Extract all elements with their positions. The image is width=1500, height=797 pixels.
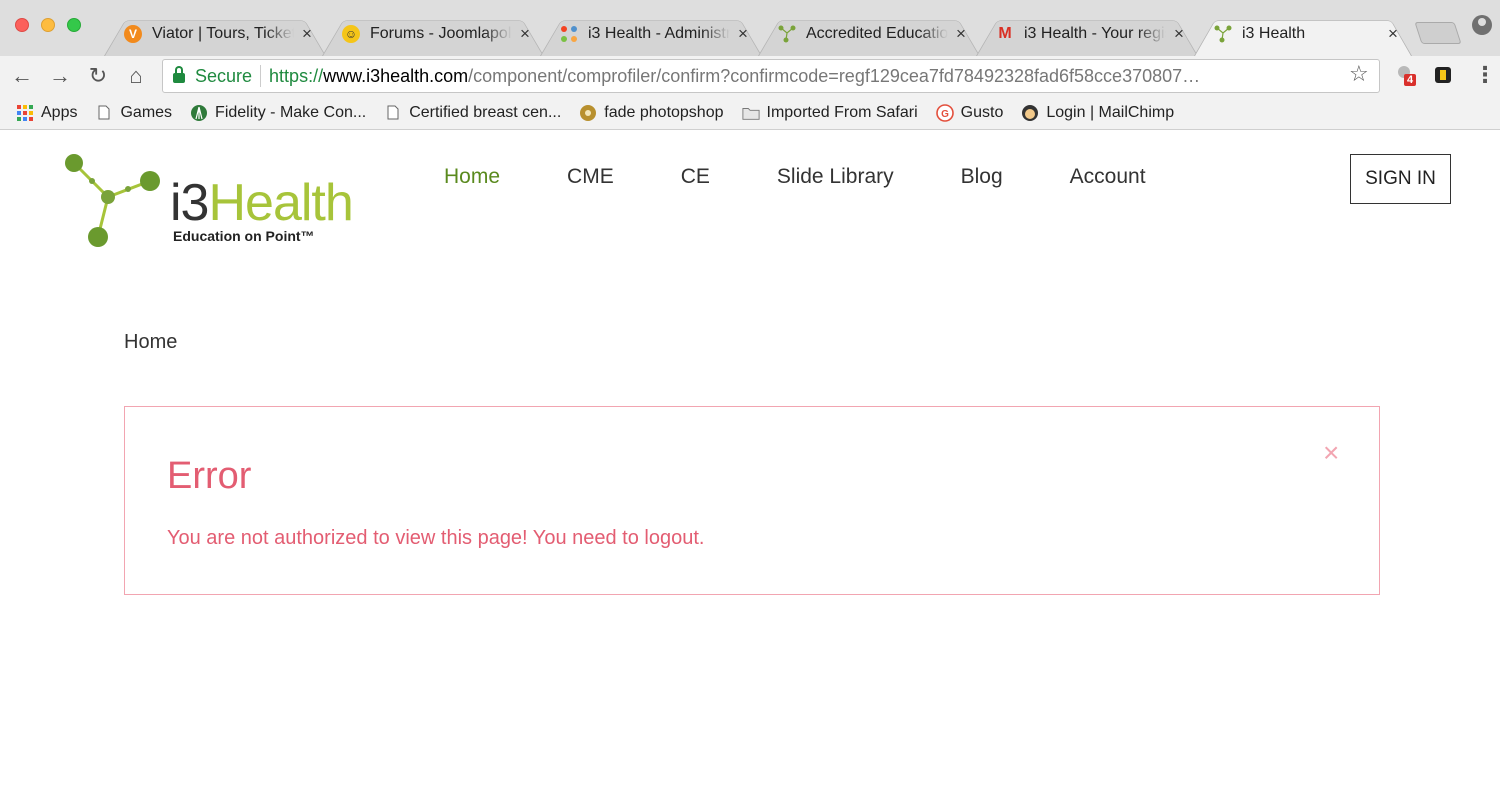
logo-i3: i3 bbox=[170, 174, 209, 232]
window-maximize-button[interactable] bbox=[67, 18, 81, 32]
main-nav: Home CME CE Slide Library Blog Account bbox=[444, 165, 1213, 189]
svg-text:G: G bbox=[941, 109, 949, 120]
bookmarks-bar: Apps Games Fidelity - Make Con... Certif… bbox=[0, 96, 1500, 130]
bookmark-label: Login | MailChimp bbox=[1046, 103, 1175, 121]
mailchimp-icon bbox=[1021, 104, 1039, 122]
bookmark-imported-safari[interactable]: Imported From Safari bbox=[741, 103, 918, 122]
divider bbox=[260, 65, 262, 87]
tab-title: Accredited Education bbox=[806, 24, 948, 42]
reload-icon[interactable]: ↻ bbox=[84, 62, 112, 90]
tab-title: i3 Health - Your registration bbox=[1024, 24, 1166, 42]
nav-blog[interactable]: Blog bbox=[961, 165, 1003, 189]
close-tab-icon[interactable]: × bbox=[954, 24, 968, 44]
page-icon bbox=[95, 104, 113, 122]
site-logo[interactable]: i3Health Education on Point™ bbox=[62, 151, 372, 251]
bookmark-mailchimp[interactable]: Login | MailChimp bbox=[1021, 104, 1174, 122]
bookmark-games[interactable]: Games bbox=[95, 104, 172, 122]
bookmark-breast-center[interactable]: Certified breast cen... bbox=[384, 104, 561, 122]
gusto-icon: G bbox=[935, 103, 954, 122]
bookmark-star-icon[interactable]: ☆ bbox=[1349, 61, 1369, 87]
fidelity-icon bbox=[190, 104, 208, 122]
i3health-molecule-icon bbox=[65, 154, 160, 247]
breadcrumb[interactable]: Home bbox=[124, 331, 177, 354]
tab-title: Viator | Tours, Tickets bbox=[152, 24, 294, 42]
extension-icon[interactable]: 4 bbox=[1396, 64, 1418, 86]
url-scheme: https:// bbox=[269, 65, 324, 86]
browser-tab[interactable]: i3 Health - Administration × bbox=[540, 11, 762, 56]
close-tab-icon[interactable]: × bbox=[1386, 24, 1400, 44]
tab-title: i3 Health - Administration bbox=[588, 24, 730, 42]
secure-label: Secure bbox=[195, 65, 253, 86]
extension-badge: 4 bbox=[1404, 74, 1417, 86]
menu-kebab-icon[interactable]: ⋮ bbox=[1474, 62, 1496, 88]
alert-title: Error bbox=[167, 455, 252, 497]
bookmark-label: fade photopshop bbox=[604, 103, 724, 121]
viator-icon: V bbox=[124, 24, 142, 43]
browser-tab[interactable]: M i3 Health - Your registration × bbox=[976, 11, 1198, 56]
bookmark-label: Apps bbox=[41, 103, 78, 121]
nav-home[interactable]: Home bbox=[444, 165, 500, 189]
forward-arrow-icon[interactable]: → bbox=[46, 62, 74, 90]
bookmark-label: Fidelity - Make Con... bbox=[215, 103, 367, 121]
bookmark-fidelity[interactable]: Fidelity - Make Con... bbox=[190, 104, 366, 122]
close-tab-icon[interactable]: × bbox=[518, 24, 532, 44]
page-content: i3Health Education on Point™ Home CME CE… bbox=[0, 131, 1500, 797]
nav-slide-library[interactable]: Slide Library bbox=[777, 165, 894, 189]
browser-tab[interactable]: ☺ Forums - Joomlapolis × bbox=[322, 11, 544, 56]
gmail-icon: M bbox=[998, 24, 1012, 42]
bookmark-label: Gusto bbox=[960, 103, 1004, 121]
window-close-button[interactable] bbox=[15, 18, 29, 32]
lock-icon bbox=[173, 66, 185, 83]
window-minimize-button[interactable] bbox=[41, 18, 55, 32]
i3health-icon bbox=[1214, 25, 1232, 43]
tab-title: i3 Health bbox=[1242, 24, 1306, 42]
logo-tagline: Education on Point™ bbox=[173, 228, 315, 244]
bookmark-gusto[interactable]: G Gusto bbox=[935, 103, 1004, 122]
photoshop-icon bbox=[579, 104, 597, 122]
url-path: /component/comprofiler/confirm?confirmco… bbox=[468, 65, 1201, 86]
url-host: www.i3health.com bbox=[323, 65, 469, 86]
bookmark-apps[interactable]: Apps bbox=[16, 104, 77, 122]
error-alert: Error You are not authorized to view thi… bbox=[124, 406, 1380, 595]
home-icon[interactable]: ⌂ bbox=[122, 62, 150, 90]
close-tab-icon[interactable]: × bbox=[1172, 24, 1186, 44]
nav-cme[interactable]: CME bbox=[567, 165, 614, 189]
profile-icon[interactable] bbox=[1472, 15, 1492, 35]
close-tab-icon[interactable]: × bbox=[300, 24, 314, 44]
tab-title: Forums - Joomlapolis bbox=[370, 24, 512, 42]
browser-toolbar: ← → ↻ ⌂ Secure https:// www.i3health.com… bbox=[0, 56, 1500, 96]
bookmark-fade-photoshop[interactable]: fade photopshop bbox=[579, 103, 724, 122]
close-tab-icon[interactable]: × bbox=[736, 24, 750, 44]
tab-strip: V Viator | Tours, Tickets × ☺ Forums - J… bbox=[0, 0, 1500, 56]
new-tab-button[interactable] bbox=[1414, 22, 1462, 44]
bookmark-label: Imported From Safari bbox=[766, 103, 918, 121]
extension-icon[interactable] bbox=[1432, 64, 1454, 86]
i3health-icon bbox=[778, 25, 796, 43]
nav-account[interactable]: Account bbox=[1070, 165, 1146, 189]
sign-in-button[interactable]: SIGN IN bbox=[1350, 154, 1451, 204]
joomlapolis-icon: ☺ bbox=[342, 24, 360, 43]
page-icon bbox=[384, 104, 402, 122]
joomla-icon bbox=[560, 25, 578, 43]
nav-ce[interactable]: CE bbox=[681, 165, 710, 189]
browser-tab[interactable]: Accredited Education × bbox=[758, 11, 980, 56]
close-icon[interactable]: × bbox=[1323, 439, 1339, 467]
logo-wordmark: i3Health bbox=[170, 173, 354, 233]
browser-tab[interactable]: V Viator | Tours, Tickets × bbox=[104, 11, 326, 56]
alert-message: You are not authorized to view this page… bbox=[167, 527, 705, 549]
logo-health: Health bbox=[208, 174, 353, 232]
bookmark-label: Certified breast cen... bbox=[409, 103, 562, 121]
apps-grid-icon bbox=[16, 104, 34, 122]
bookmark-label: Games bbox=[120, 103, 173, 121]
address-bar[interactable]: Secure https:// www.i3health.com /compon… bbox=[162, 59, 1380, 93]
back-arrow-icon[interactable]: ← bbox=[8, 62, 36, 90]
folder-icon bbox=[741, 104, 760, 122]
browser-tab-active[interactable]: i3 Health × bbox=[1194, 11, 1412, 56]
